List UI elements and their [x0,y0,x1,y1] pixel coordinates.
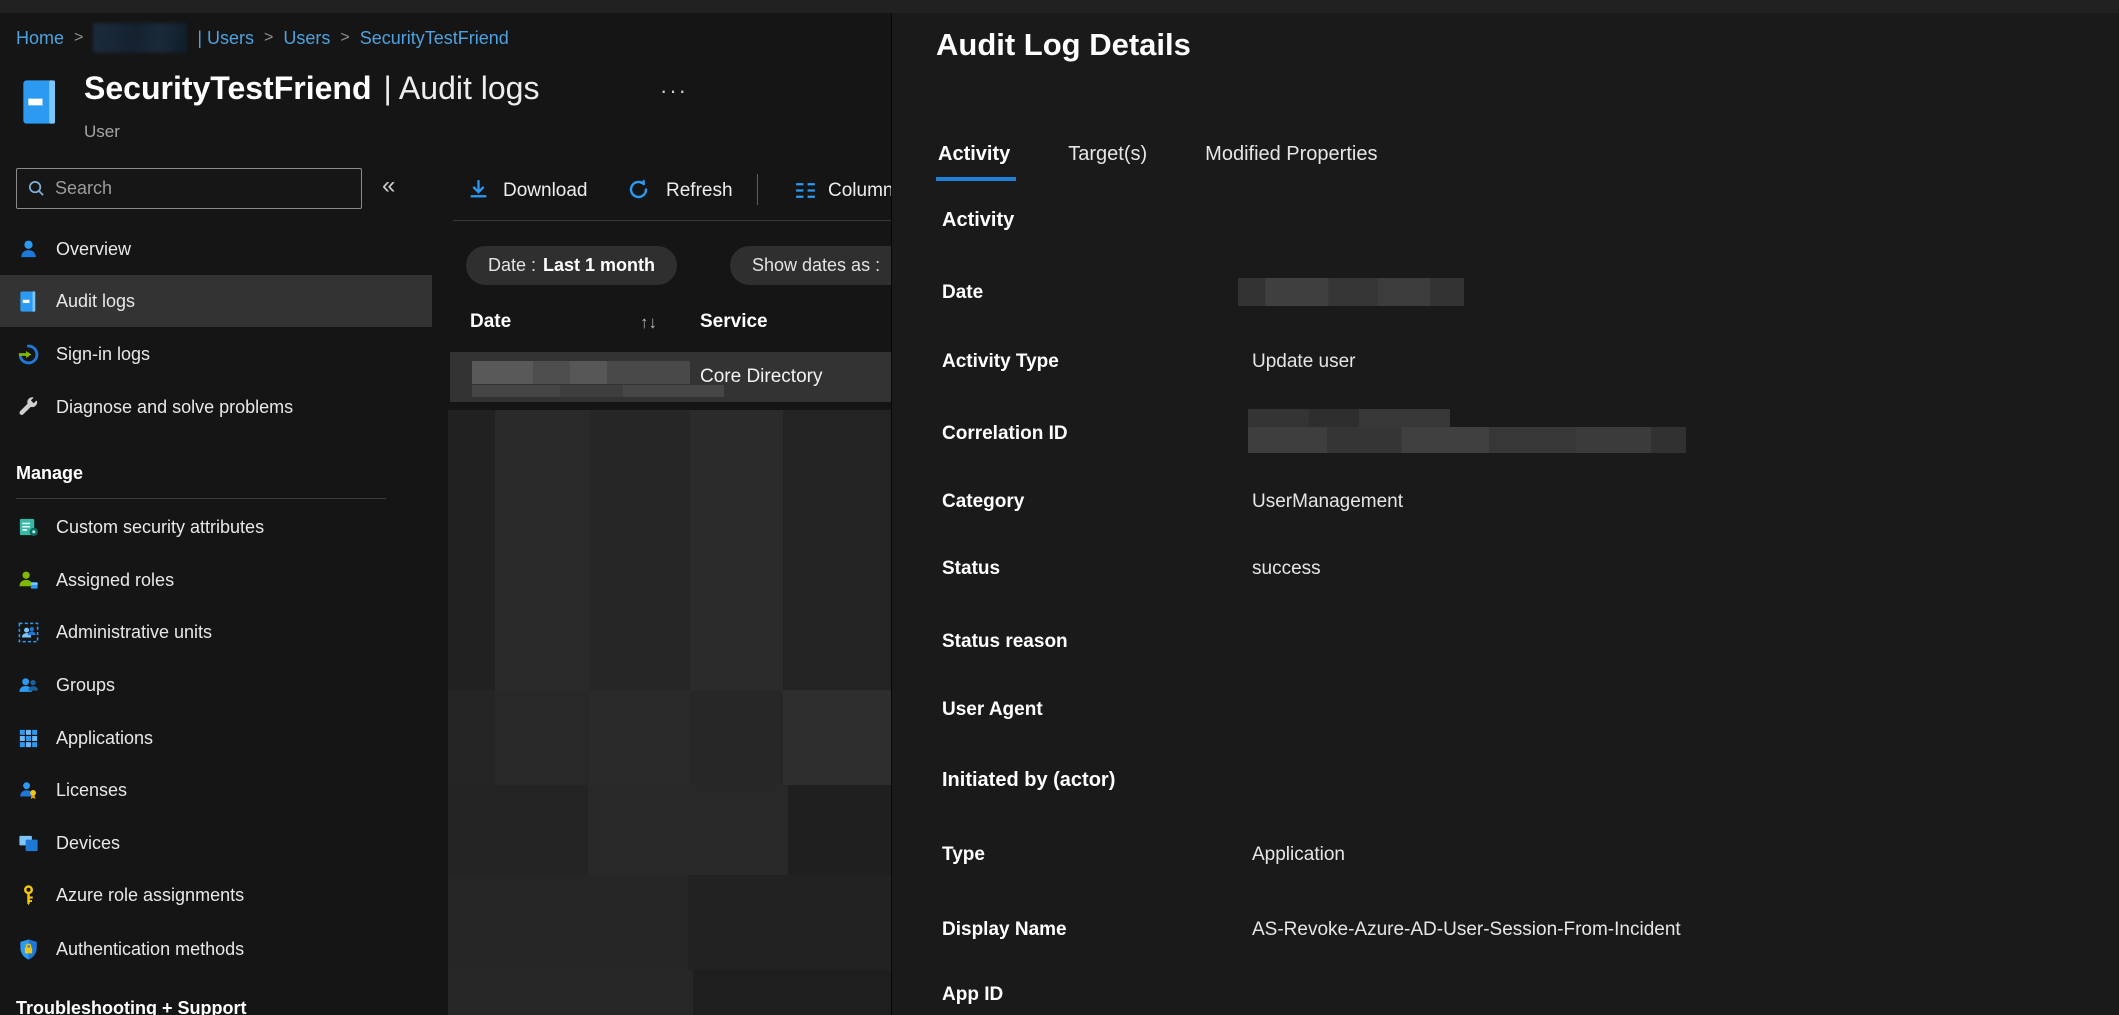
page-title: SecurityTestFriend | Audit logs [84,70,539,107]
filter-show-dates-key: Show dates as : [752,255,880,276]
download-button[interactable]: Download [503,180,588,202]
status-value: success [1252,558,1321,580]
sidebar-item-groups[interactable]: Groups [0,659,432,711]
sign-in-logs-icon [17,343,40,366]
actor-display-name-value: AS-Revoke-Azure-AD-User-Session-From-Inc… [1252,919,1681,941]
more-options-button[interactable]: ··· [660,78,688,104]
wrench-icon [17,396,40,419]
main-region: Home > | Users > Users > SecurityTestFri… [0,0,891,1015]
person-icon [17,238,40,261]
field-actor-type: Type Application [892,844,2119,874]
download-icon [466,177,491,202]
page-subtitle: User [84,122,120,142]
field-date: Date [892,282,2119,312]
breadcrumb-tenant-users[interactable]: | Users [197,28,254,49]
custom-attributes-icon [17,516,40,539]
sidebar-search-box[interactable] [16,168,362,209]
sidebar-item-licenses[interactable]: Licenses [0,764,432,816]
sidebar-item-audit-logs[interactable]: Audit logs [0,275,432,327]
collapse-sidebar-button[interactable]: « [382,172,395,200]
sidebar-item-diagnose[interactable]: Diagnose and solve problems [0,381,432,433]
tab-activity[interactable]: Activity [938,143,1010,166]
activity-type-value: Update user [1252,351,1356,373]
sidebar-header-troubleshooting: Troubleshooting + Support [16,998,246,1015]
filter-date-value: Last 1 month [543,255,655,276]
column-header-service[interactable]: Service [700,311,768,333]
search-input[interactable] [55,178,351,199]
sidebar-item-applications[interactable]: Applications [0,712,432,764]
key-icon [17,884,40,907]
groups-icon [17,674,40,697]
tab-modified-properties[interactable]: Modified Properties [1205,143,1377,166]
redacted-row-subtext [472,385,724,397]
field-actor-app-id: App ID [892,984,2119,1014]
applications-grid-icon [17,727,40,750]
sort-arrows-icon[interactable]: ↑↓ [640,313,657,333]
assigned-roles-icon [17,569,40,592]
section-header-initiated-by: Initiated by (actor) [942,769,1115,792]
category-value: UserManagement [1252,491,1403,513]
refresh-icon [626,177,651,202]
actor-type-value: Application [1252,844,1345,866]
sidebar-item-administrative-units[interactable]: Administrative units [0,606,432,658]
sidebar-item-overview[interactable]: Overview [0,223,432,275]
field-status-reason: Status reason [892,631,2119,661]
filter-date-key: Date : [488,255,536,276]
toolbar-rule [453,220,891,221]
section-header-activity: Activity [942,209,1014,232]
column-header-date[interactable]: Date [470,311,511,333]
field-actor-display-name: Display Name AS-Revoke-Azure-AD-User-Ses… [892,919,2119,949]
page-title-user: SecurityTestFriend [84,70,371,106]
panel-tabs: Activity Target(s) Modified Properties [938,143,1377,166]
field-user-agent: User Agent [892,699,2119,729]
row-service-value: Core Directory [700,352,822,402]
sidebar-item-assigned-roles[interactable]: Assigned roles [0,554,432,606]
sidebar-item-custom-security-attributes[interactable]: Custom security attributes [0,501,432,553]
breadcrumb-users[interactable]: Users [283,28,330,49]
redacted-correlation-id-value [1248,427,1686,453]
redacted-tenant-name [93,23,187,53]
audit-log-row-selected[interactable]: Core Directory [450,352,891,402]
audit-book-icon [17,290,40,313]
field-category: Category UserManagement [892,491,2119,521]
azure-portal-screen: Home > | Users > Users > SecurityTestFri… [0,0,2119,1015]
tab-targets[interactable]: Target(s) [1068,143,1147,166]
refresh-button[interactable]: Refresh [666,180,733,202]
columns-icon [793,178,818,203]
field-activity-type: Activity Type Update user [892,351,2119,381]
breadcrumb-home[interactable]: Home [16,28,64,49]
shield-lock-icon [17,938,40,961]
breadcrumb-separator: > [340,29,349,47]
panel-title: Audit Log Details [936,27,1191,63]
sidebar-item-azure-role-assignments[interactable]: Azure role assignments [0,869,432,921]
redacted-date-value [1238,278,1464,306]
redacted-row-date [472,361,690,384]
field-status: Status success [892,558,2119,588]
breadcrumb: Home > | Users > Users > SecurityTestFri… [16,22,509,54]
breadcrumb-separator: > [74,29,83,47]
sidebar-item-devices[interactable]: Devices [0,817,432,869]
sidebar-header-manage: Manage [16,463,83,484]
audit-log-details-panel: Audit Log Details Activity Target(s) Mod… [891,13,2119,1015]
filter-pill-show-dates[interactable]: Show dates as : [730,246,891,285]
page-title-section: | Audit logs [383,70,539,106]
active-tab-underline [936,177,1016,181]
filter-pill-date[interactable]: Date : Last 1 month [466,246,677,285]
licenses-icon [17,779,40,802]
breadcrumb-current-user[interactable]: SecurityTestFriend [360,28,509,49]
sidebar-item-sign-in-logs[interactable]: Sign-in logs [0,328,432,380]
administrative-units-icon [17,621,40,644]
devices-icon [17,832,40,855]
redacted-correlation-id-top [1248,409,1450,427]
toolbar-divider [757,174,758,205]
field-correlation-id: Correlation ID [892,423,2119,453]
breadcrumb-separator: > [264,29,273,47]
sidebar-item-authentication-methods[interactable]: Authentication methods [0,923,432,975]
search-icon [27,179,46,198]
redacted-table-rows [448,410,891,1015]
sidebar-divider [16,498,386,499]
columns-button[interactable]: Columns [828,180,891,202]
user-book-icon [20,78,60,126]
